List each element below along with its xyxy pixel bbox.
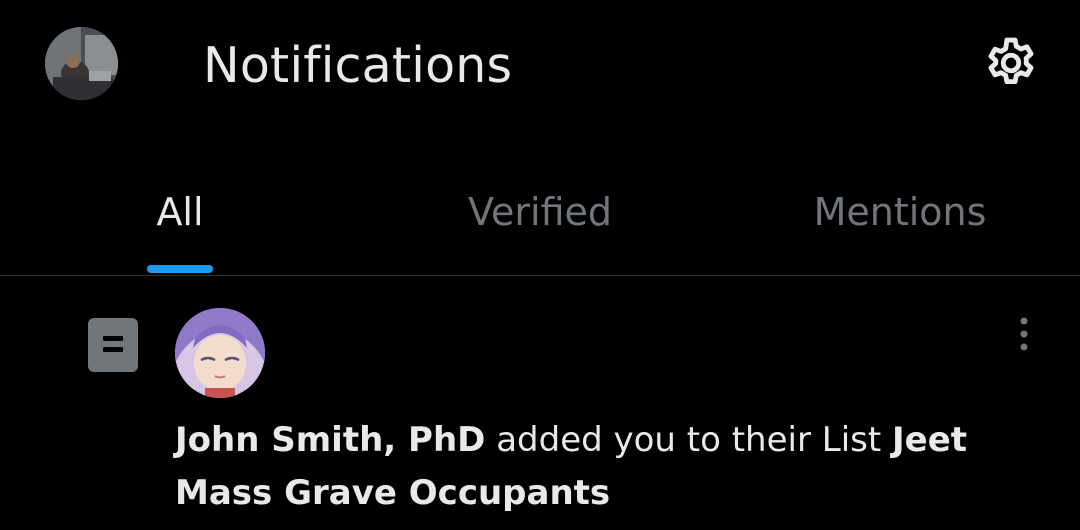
action-text: added you to their List (485, 420, 892, 460)
settings-button[interactable] (980, 32, 1042, 94)
notification-text: John Smith, PhD added you to their List … (175, 414, 1055, 520)
profile-avatar[interactable] (45, 27, 118, 100)
tab-verified[interactable]: Verified (440, 160, 640, 275)
tab-all[interactable]: All (100, 160, 260, 275)
active-tab-indicator (147, 265, 213, 273)
more-options-button[interactable] (1005, 312, 1043, 356)
more-vertical-icon (1020, 317, 1028, 351)
tab-label: Verified (467, 190, 613, 234)
user-name-link[interactable]: John Smith, PhD (175, 420, 485, 460)
tab-label: All (156, 190, 204, 234)
gear-icon (988, 37, 1034, 85)
page-title: Notifications (203, 37, 513, 94)
user-avatar[interactable] (175, 308, 265, 398)
tab-bar: All Verified Mentions (0, 160, 1080, 275)
tab-mentions[interactable]: Mentions (790, 160, 1010, 275)
avatar-illustration (175, 308, 265, 398)
avatar-photo (45, 27, 118, 100)
tab-label: Mentions (813, 190, 987, 234)
header: Notifications (0, 0, 1080, 140)
list-icon (88, 318, 138, 372)
